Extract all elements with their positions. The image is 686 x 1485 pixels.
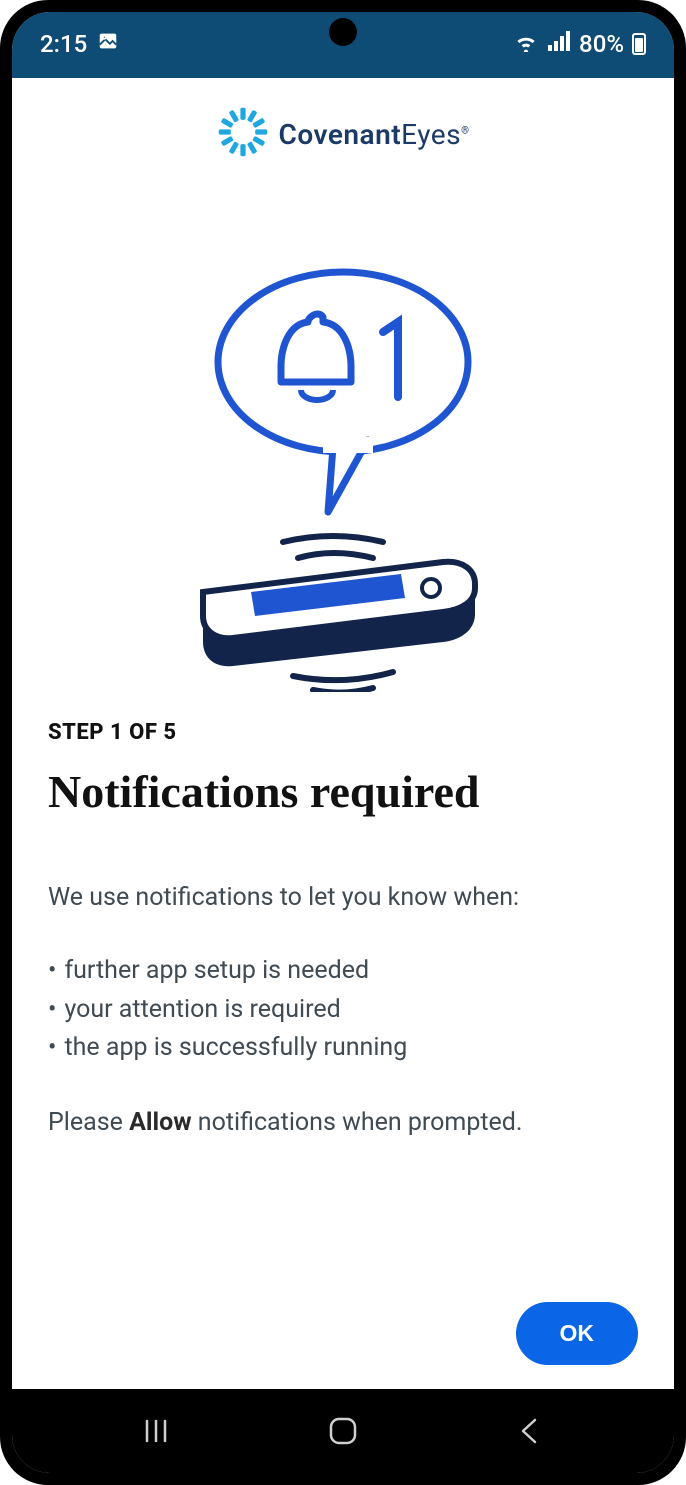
screen: 2:15 bbox=[12, 12, 674, 1473]
logo-word1: Covenant bbox=[279, 118, 402, 151]
status-left: 2:15 bbox=[40, 30, 119, 58]
bullet-list: •further app setup is needed •your atten… bbox=[48, 952, 638, 1068]
logo-word2: Eyes bbox=[401, 118, 461, 151]
list-item: •your attention is required bbox=[48, 991, 638, 1030]
clock: 2:15 bbox=[40, 30, 87, 58]
content-area: CovenantEyes® bbox=[12, 78, 674, 1389]
device-frame: 2:15 bbox=[0, 0, 686, 1485]
wifi-icon bbox=[513, 30, 539, 58]
battery-percent: 80% bbox=[579, 30, 624, 58]
bullet-text: further app setup is needed bbox=[64, 952, 369, 991]
ok-button[interactable]: OK bbox=[516, 1302, 639, 1365]
back-button[interactable] bbox=[500, 1416, 560, 1446]
step-indicator: STEP 1 OF 5 bbox=[48, 720, 638, 745]
app-logo: CovenantEyes® bbox=[12, 78, 674, 172]
image-icon bbox=[97, 30, 119, 58]
closing-strong: Allow bbox=[129, 1108, 192, 1137]
closing-pre: Please bbox=[48, 1108, 129, 1137]
page-title: Notifications required bbox=[48, 767, 638, 818]
illustration-notification-phone-icon bbox=[12, 172, 674, 702]
list-item: •further app setup is needed bbox=[48, 952, 638, 991]
system-nav-bar bbox=[12, 1389, 674, 1473]
closing-post: notifications when prompted. bbox=[192, 1108, 523, 1137]
battery-icon bbox=[632, 33, 646, 55]
body-copy: STEP 1 OF 5 Notifications required We us… bbox=[12, 702, 674, 1142]
lead-text: We use notifications to let you know whe… bbox=[48, 880, 638, 916]
signal-icon bbox=[547, 30, 571, 58]
home-button[interactable] bbox=[313, 1414, 373, 1448]
list-item: •the app is successfully running bbox=[48, 1029, 638, 1068]
camera-punch-hole bbox=[329, 18, 357, 46]
logo-mark-icon bbox=[217, 106, 269, 162]
bullet-text: your attention is required bbox=[64, 991, 340, 1030]
bullet-text: the app is successfully running bbox=[64, 1029, 407, 1068]
recents-button[interactable] bbox=[126, 1416, 186, 1446]
logo-text: CovenantEyes® bbox=[279, 118, 470, 151]
closing-text: Please Allow notifications when prompted… bbox=[48, 1104, 638, 1142]
status-right: 80% bbox=[513, 30, 646, 58]
